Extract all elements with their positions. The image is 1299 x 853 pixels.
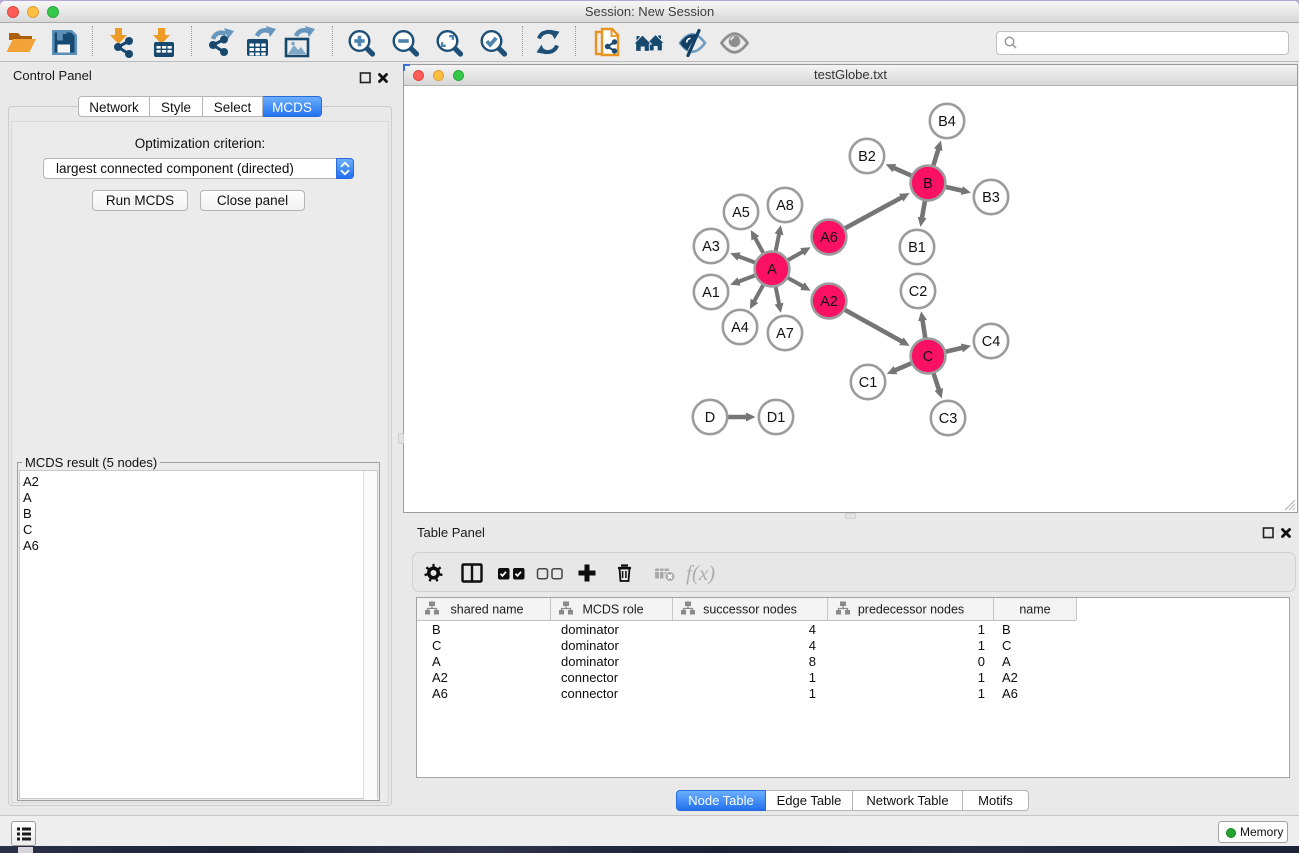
svg-text:dominator: dominator: [561, 638, 619, 653]
svg-text:A5: A5: [732, 205, 750, 221]
svg-text:C2: C2: [909, 284, 928, 300]
svg-text:dominator: dominator: [561, 622, 619, 637]
svg-text:C4: C4: [982, 334, 1001, 350]
svg-text:name: name: [1019, 603, 1050, 617]
svg-text:D: D: [705, 410, 715, 426]
svg-text:A6: A6: [820, 230, 838, 246]
svg-text:A1: A1: [702, 285, 720, 301]
svg-text:A: A: [432, 654, 441, 669]
svg-text:A: A: [1002, 654, 1011, 669]
svg-text:shared name: shared name: [451, 603, 524, 617]
svg-text:C3: C3: [939, 411, 958, 427]
svg-text:connector: connector: [561, 670, 619, 685]
svg-text:A6: A6: [1002, 686, 1018, 701]
svg-text:MCDS role: MCDS role: [582, 603, 643, 617]
svg-text:A2: A2: [820, 294, 838, 310]
svg-text:A3: A3: [702, 239, 720, 255]
svg-text:A2: A2: [432, 670, 448, 685]
svg-text:connector: connector: [561, 686, 619, 701]
svg-text:A8: A8: [776, 198, 794, 214]
svg-text:0: 0: [978, 654, 985, 669]
svg-text:1: 1: [978, 638, 985, 653]
svg-text:f(x): f(x): [686, 561, 715, 585]
svg-text:C1: C1: [859, 375, 878, 391]
svg-text:A: A: [767, 262, 777, 278]
svg-text:4: 4: [809, 638, 816, 653]
svg-text:B2: B2: [858, 149, 876, 165]
svg-text:B: B: [432, 622, 441, 637]
svg-text:1: 1: [809, 670, 816, 685]
svg-text:A4: A4: [731, 320, 749, 336]
svg-text:1: 1: [978, 686, 985, 701]
svg-text:C: C: [432, 638, 441, 653]
svg-text:B: B: [1002, 622, 1011, 637]
svg-text:B1: B1: [908, 240, 926, 256]
svg-text:1: 1: [978, 622, 985, 637]
svg-text:successor nodes: successor nodes: [703, 603, 797, 617]
svg-text:B3: B3: [982, 190, 1000, 206]
svg-text:1: 1: [809, 686, 816, 701]
svg-text:predecessor nodes: predecessor nodes: [858, 603, 964, 617]
svg-text:B4: B4: [938, 114, 956, 130]
svg-text:1: 1: [978, 670, 985, 685]
svg-text:4: 4: [809, 622, 816, 637]
svg-text:B: B: [923, 176, 933, 192]
svg-text:dominator: dominator: [561, 654, 619, 669]
svg-text:A6: A6: [432, 686, 448, 701]
svg-text:C: C: [1002, 638, 1011, 653]
svg-text:D1: D1: [767, 410, 786, 426]
svg-text:8: 8: [809, 654, 816, 669]
svg-text:C: C: [923, 349, 933, 365]
svg-text:A2: A2: [1002, 670, 1018, 685]
svg-text:A7: A7: [776, 326, 794, 342]
